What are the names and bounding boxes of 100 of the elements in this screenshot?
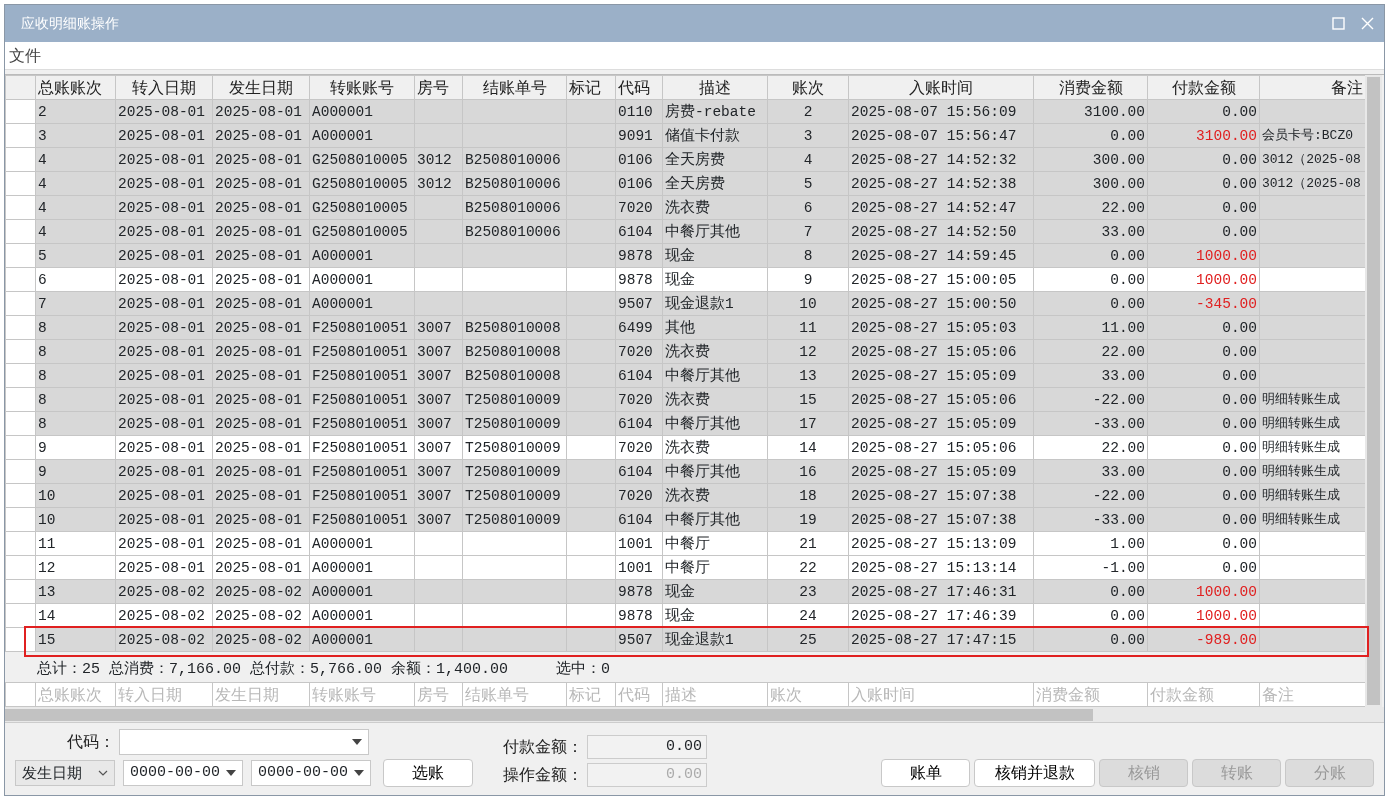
column-header[interactable]: 结账单号 <box>462 75 567 100</box>
table-row[interactable]: 14 2025-08-02 2025-08-02 A000001 9878 现金 24 2025-08-27 17:46:39 0.00 1000.00 <box>5 603 1366 628</box>
table-cell: 2025-08-27 15:13:14 <box>848 555 1034 580</box>
vertical-scrollbar[interactable] <box>1365 75 1382 707</box>
table-cell: 300.00 <box>1033 171 1148 196</box>
date-type-select[interactable]: 发生日期 <box>15 760 115 786</box>
table-cell: A000001 <box>309 291 415 316</box>
end-date-dropdown[interactable]: 0000-00-00 <box>251 760 371 786</box>
payment-field[interactable]: 0.00 <box>587 735 707 759</box>
table-cell: 2025-08-27 14:52:38 <box>848 171 1034 196</box>
select-button[interactable]: 选账 <box>383 759 473 787</box>
table-row[interactable]: 3 2025-08-01 2025-08-01 A000001 9091 储值卡付款 3 2025-08-07 15:56:47 0.00 3100.00 会员卡号:BCZ0 <box>5 123 1366 148</box>
table-row[interactable]: 8 2025-08-01 2025-08-01 F2508010051 3007 T2508010009 6104 中餐厅其他 17 2025-08-27 15:05:09 -33.00 0.00 明细转账生成 <box>5 411 1366 436</box>
table-row[interactable]: 5 2025-08-01 2025-08-01 A000001 9878 现金 8 2025-08-27 14:59:45 0.00 1000.00 <box>5 243 1366 268</box>
action-button[interactable]: 账单 <box>881 759 970 787</box>
start-date-dropdown[interactable]: 0000-00-00 <box>123 760 243 786</box>
table-cell: 2025-08-27 17:47:15 <box>848 627 1034 652</box>
table-row[interactable]: 9 2025-08-01 2025-08-01 F2508010051 3007 T2508010009 6104 中餐厅其他 16 2025-08-27 15:05:09 33.00 0.00 明细转账生成 <box>5 459 1366 484</box>
table-row[interactable]: 9 2025-08-01 2025-08-01 F2508010051 3007 T2508010009 7020 洗衣费 14 2025-08-27 15:05:06 22.00 0.00 明细转账生成 <box>5 435 1366 460</box>
table-cell: 0.00 <box>1147 483 1260 508</box>
window-title: 应收明细账操作 <box>21 14 120 34</box>
caret-icon <box>352 739 362 745</box>
table-cell: 2025-08-01 <box>212 171 310 196</box>
horizontal-scrollbar[interactable] <box>5 707 1384 723</box>
column-header[interactable]: 账次 <box>767 75 849 100</box>
table-cell: 洗衣费 <box>662 387 768 412</box>
table-cell: 现金退款1 <box>662 627 768 652</box>
table-row[interactable]: 7 2025-08-01 2025-08-01 A000001 9507 现金退款1 10 2025-08-27 15:00:50 0.00 -345.00 <box>5 291 1366 316</box>
table-cell: B2508010006 <box>462 195 567 220</box>
table-row[interactable]: 4 2025-08-01 2025-08-01 G2508010005 3012 B2508010006 0106 全天房费 5 2025-08-27 14:52:38 300.00 0.00 3012（2025-08 <box>5 171 1366 196</box>
table-cell: 2025-08-01 <box>212 195 310 220</box>
table-cell: -33.00 <box>1033 507 1148 532</box>
table-cell: 中餐厅其他 <box>662 411 768 436</box>
table-cell: 2025-08-01 <box>115 555 213 580</box>
column-header[interactable]: 入账时间 <box>848 75 1034 100</box>
table-cell: 2025-08-02 <box>212 603 310 628</box>
menu-item[interactable]: 文件 <box>9 43 41 68</box>
table-row[interactable]: 13 2025-08-02 2025-08-02 A000001 9878 现金 23 2025-08-27 17:46:31 0.00 1000.00 <box>5 579 1366 604</box>
table-cell: 0.00 <box>1033 243 1148 268</box>
table-cell: A000001 <box>309 579 415 604</box>
table-row[interactable]: 6 2025-08-01 2025-08-01 A000001 9878 现金 9 2025-08-27 15:00:05 0.00 1000.00 <box>5 267 1366 292</box>
table-cell: 22.00 <box>1033 435 1148 460</box>
table-cell: 2025-08-01 <box>212 387 310 412</box>
table-row[interactable]: 10 2025-08-01 2025-08-01 F2508010051 3007 T2508010009 6104 中餐厅其他 19 2025-08-27 15:07:38 -33.00 0.00 明细转账生成 <box>5 507 1366 532</box>
column-header[interactable]: 发生日期 <box>212 75 310 100</box>
table-cell: 洗衣费 <box>662 195 768 220</box>
column-header[interactable]: 转入日期 <box>115 75 213 100</box>
table-cell: 明细转账生成 <box>1259 435 1366 460</box>
table-cell: 2025-08-01 <box>115 459 213 484</box>
table-row[interactable]: 4 2025-08-01 2025-08-01 G2508010005 B2508010006 7020 洗衣费 6 2025-08-27 14:52:47 22.00 0.00 <box>5 195 1366 220</box>
close-icon[interactable] <box>1361 17 1374 31</box>
column-header[interactable]: 描述 <box>662 75 768 100</box>
table-row[interactable]: 8 2025-08-01 2025-08-01 F2508010051 3007 B2508010008 7020 洗衣费 12 2025-08-27 15:05:06 22.00 0.00 <box>5 339 1366 364</box>
table-cell: 2025-08-02 <box>212 627 310 652</box>
table-cell: F2508010051 <box>309 483 415 508</box>
table-cell: T2508010009 <box>462 459 567 484</box>
table-cell: A000001 <box>309 603 415 628</box>
table-cell: A000001 <box>309 627 415 652</box>
table-cell: 0.00 <box>1147 339 1260 364</box>
table-cell: 2025-08-01 <box>115 387 213 412</box>
column-header[interactable]: 消费金额 <box>1033 75 1148 100</box>
table-row[interactable]: 2 2025-08-01 2025-08-01 A000001 0110 房费-rebate 2 2025-08-07 15:56:09 3100.00 0.00 <box>5 99 1366 124</box>
table-cell: 2025-08-01 <box>212 291 310 316</box>
table-cell: 2025-08-27 14:52:32 <box>848 147 1034 172</box>
table-cell: 洗衣费 <box>662 483 768 508</box>
field-label: 代码： <box>66 732 116 752</box>
table-row[interactable]: 12 2025-08-01 2025-08-01 A000001 1001 中餐厅 22 2025-08-27 15:13:14 -1.00 0.00 <box>5 555 1366 580</box>
table-cell: F2508010051 <box>309 387 415 412</box>
table-cell: B2508010006 <box>462 219 567 244</box>
table-row[interactable]: 15 2025-08-02 2025-08-02 A000001 9507 现金退款1 25 2025-08-27 17:47:15 0.00 -989.00 <box>5 627 1366 652</box>
table-cell: 0.00 <box>1147 315 1260 340</box>
table-cell: 2025-08-01 <box>212 483 310 508</box>
table-cell: -22.00 <box>1033 483 1148 508</box>
column-header[interactable]: 转账账号 <box>309 75 415 100</box>
table-row[interactable]: 4 2025-08-01 2025-08-01 G2508010005 B2508010006 6104 中餐厅其他 7 2025-08-27 14:52:50 33.00 0.00 <box>5 219 1366 244</box>
table-row[interactable]: 4 2025-08-01 2025-08-01 G2508010005 3012 B2508010006 0106 全天房费 4 2025-08-27 14:52:32 300.00 0.00 3012（2025-08 <box>5 147 1366 172</box>
maximize-icon[interactable] <box>1332 17 1345 31</box>
table-row[interactable]: 10 2025-08-01 2025-08-01 F2508010051 3007 T2508010009 7020 洗衣费 18 2025-08-27 15:07:38 -22.00 0.00 明细转账生成 <box>5 483 1366 508</box>
table-row[interactable]: 8 2025-08-01 2025-08-01 F2508010051 3007 B2508010008 6104 中餐厅其他 13 2025-08-27 15:05:09 33.00 0.00 <box>5 363 1366 388</box>
table-cell: 2025-08-01 <box>115 531 213 556</box>
table-cell: 现金 <box>662 243 768 268</box>
table-cell: A000001 <box>309 555 415 580</box>
code-dropdown[interactable] <box>119 729 369 755</box>
column-header[interactable]: 备注 <box>1259 75 1366 100</box>
table-row[interactable]: 8 2025-08-01 2025-08-01 F2508010051 3007 T2508010009 7020 洗衣费 15 2025-08-27 15:05:06 -22.00 0.00 明细转账生成 <box>5 387 1366 412</box>
table-row[interactable]: 8 2025-08-01 2025-08-01 F2508010051 3007 B2508010008 6499 其他 11 2025-08-27 15:05:03 11.00 0.00 <box>5 315 1366 340</box>
column-header[interactable]: 总账账次 <box>35 75 116 100</box>
table-cell: 0.00 <box>1147 459 1260 484</box>
table-cell: G2508010005 <box>309 171 415 196</box>
table-row[interactable]: 11 2025-08-01 2025-08-01 A000001 1001 中餐厅 21 2025-08-27 15:13:09 1.00 0.00 <box>5 531 1366 556</box>
action-button[interactable]: 核销并退款 <box>974 759 1095 787</box>
chevron-icon <box>98 770 108 776</box>
row-header[interactable] <box>5 603 36 628</box>
column-header[interactable]: 付款金额 <box>1147 75 1260 100</box>
table-cell: 0.00 <box>1147 387 1260 412</box>
column-header[interactable]: 房号 <box>414 75 463 100</box>
table-cell: 2025-08-01 <box>115 99 213 124</box>
table-cell: 2025-08-01 <box>212 267 310 292</box>
column-header[interactable]: 标记 <box>566 75 616 100</box>
column-header[interactable]: 代码 <box>615 75 663 100</box>
